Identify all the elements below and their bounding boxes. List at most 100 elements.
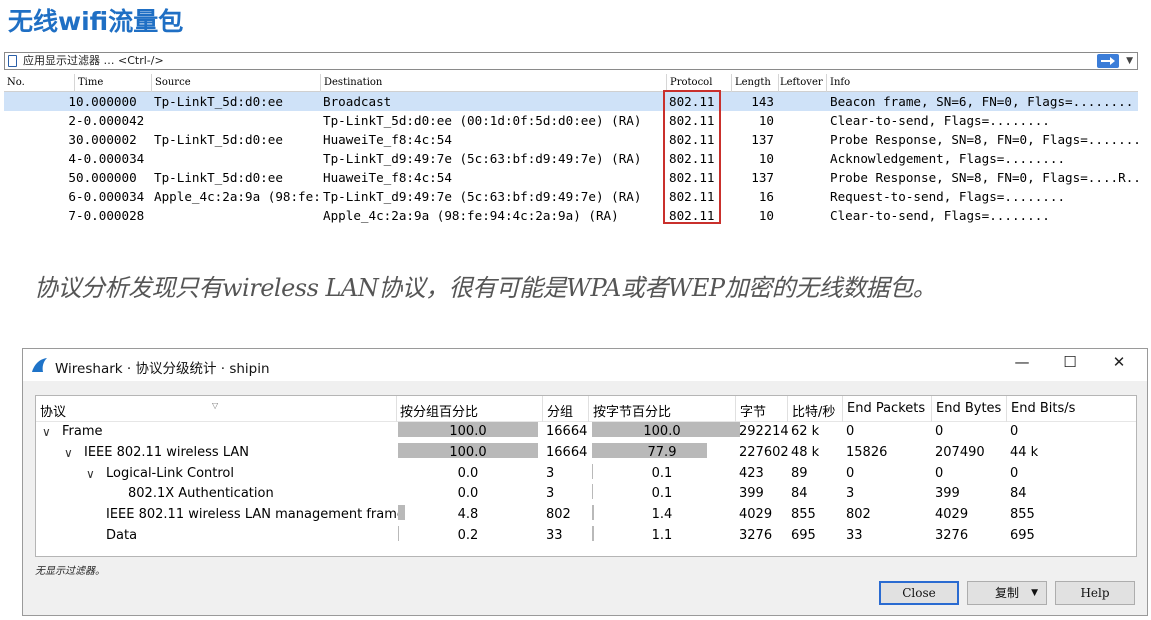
packet-row[interactable]: 7 -0.000028 Apple_4c:2a:9a (98:fe:94:4c:2a… (4, 206, 1138, 225)
bits-per-sec: 695 (791, 527, 816, 543)
col-destination[interactable]: Destination (324, 77, 382, 88)
chevron-down-icon[interactable]: ▼ (1031, 582, 1038, 604)
packet-time: 0.000002 (76, 132, 137, 147)
protocol-name: IEEE 802.11 wireless LAN (84, 444, 249, 460)
packet-percent: 100.0 (449, 424, 487, 439)
close-button[interactable]: Close (879, 581, 959, 605)
end-bytes: 207490 (935, 444, 985, 460)
packet-row[interactable]: 5 0.000000 Tp-LinkT_5d:d0:ee HuaweiTe_f8:4c… (4, 168, 1138, 187)
col-length[interactable]: Length (735, 77, 771, 88)
display-filter-input[interactable]: 应用显示过滤器 … <Ctrl-/> ▼ (4, 52, 1138, 70)
minimize-icon[interactable]: — (999, 353, 1045, 377)
byte-count: 227602 (739, 444, 789, 460)
apply-filter-button[interactable] (1097, 54, 1119, 68)
packet-count: 3 (546, 465, 555, 481)
analysis-note: 协议分析发现只有wireless LAN协议，很有可能是WPA或者WEP加密的无… (34, 274, 937, 302)
byte-percent: 1.4 (651, 507, 673, 523)
protocol-name: Frame (62, 424, 103, 439)
col-pct-bytes[interactable]: 按字节百分比 (593, 401, 671, 420)
packet-no: 2 (68, 113, 76, 128)
end-bits: 0 (1010, 465, 1019, 481)
col-end-packets[interactable]: End Packets (847, 401, 925, 416)
close-icon[interactable]: ✕ (1096, 353, 1142, 377)
expand-toggle-icon[interactable]: ∨ (64, 443, 73, 464)
col-bytes[interactable]: 字节 (740, 401, 766, 420)
packet-time: -0.000034 (76, 151, 145, 166)
tree-row[interactable]: Data 0.2 33 1.1 3276 695 33 3276 695 (36, 525, 1136, 547)
packet-percent: 4.8 (457, 507, 479, 523)
packet-percent: 100.0 (449, 444, 487, 460)
packet-row[interactable]: 4 -0.000034 Tp-LinkT_d9:49:7e (5c:63:bf:d9… (4, 149, 1138, 168)
tree-row[interactable]: ∨ Logical-Link Control 0.0 3 0.1 423 89 0 0 0 (36, 463, 1136, 485)
col-protocol[interactable]: Protocol (670, 77, 712, 88)
packet-count: 16664 (546, 444, 588, 460)
byte-count: 423 (739, 465, 764, 481)
end-bytes: 399 (935, 486, 960, 502)
col-time[interactable]: Time (78, 77, 103, 88)
tree-row[interactable]: ∨ IEEE 802.11 wireless LAN 100.0 16664 77.9 2… (36, 442, 1136, 464)
packet-destination: Tp-LinkT_d9:49:7e (5c:63:bf:d9:49:7e) (R… (323, 189, 642, 204)
copy-button[interactable]: 复制 ▼ (967, 581, 1047, 605)
col-no[interactable]: No. (7, 77, 25, 88)
byte-percent: 100.0 (643, 424, 681, 439)
chevron-down-icon[interactable]: ▼ (1126, 53, 1133, 69)
bookmark-icon[interactable] (8, 55, 17, 67)
packet-row[interactable]: 1 0.000000 Tp-LinkT_5d:d0:ee Broadcast 802.1… (4, 92, 1138, 111)
packet-destination: Tp-LinkT_d9:49:7e (5c:63:bf:d9:49:7e) (R… (323, 151, 642, 166)
packet-destination: Apple_4c:2a:9a (98:fe:94:4c:2a:9a) (RA) (323, 208, 619, 223)
packet-info: Request-to-send, Flags=........ (830, 189, 1066, 204)
byte-count: 3276 (739, 527, 773, 543)
tree-row[interactable]: ∨ Frame 100.0 16664 100.0 292214 62 k 0 0 0 (36, 422, 1136, 443)
packet-time: -0.000028 (76, 208, 145, 223)
packet-length: 16 (758, 189, 774, 204)
sort-caret-icon: ▽ (212, 401, 219, 410)
col-bits-per-sec[interactable]: 比特/秒 (792, 401, 835, 420)
byte-percent: 1.1 (651, 527, 673, 543)
col-packets[interactable]: 分组 (547, 401, 573, 420)
bits-per-sec: 89 (791, 465, 808, 481)
packet-row[interactable]: 6-0.000034 Apple_4c:2a:9a (98:fe:94:4c:2a… (4, 187, 1138, 206)
end-packets: 3 (846, 486, 855, 502)
filter-placeholder: 应用显示过滤器 … <Ctrl-/> (23, 54, 164, 67)
help-button[interactable]: Help (1055, 581, 1135, 605)
packet-time: 0.000000 (76, 94, 137, 109)
packet-list: No. Time Source Destination Protocol Len… (4, 74, 1138, 234)
end-packets: 0 (846, 465, 855, 481)
packet-length: 10 (758, 151, 774, 166)
tree-row[interactable]: IEEE 802.11 wireless LAN management fram… (36, 505, 1136, 526)
wireshark-fin-icon (32, 358, 47, 372)
end-bits: 0 (1010, 424, 1019, 439)
col-protocol[interactable]: 协议 (40, 401, 66, 420)
packet-info: Clear-to-send, Flags=........ (830, 113, 1050, 128)
expand-toggle-icon[interactable]: ∨ (42, 422, 51, 443)
packet-source: Apple_4c:2a:9a (98:fe:94:4c:2a:9a) (154, 189, 320, 204)
byte-percent: 77.9 (647, 444, 677, 460)
packet-info: Beacon frame, SN=6, FN=0, Flags=........ (830, 94, 1134, 109)
protocol-highlight-box (663, 90, 721, 224)
bits-per-sec: 855 (791, 507, 816, 523)
end-packets: 0 (846, 424, 855, 439)
packet-percent: 0.2 (457, 527, 479, 543)
packet-source: Tp-LinkT_5d:d0:ee (154, 94, 283, 109)
end-bits: 695 (1010, 527, 1035, 543)
end-bytes: 4029 (935, 507, 969, 523)
window-titlebar[interactable]: Wireshark · 协议分级统计 · shipin — ☐ ✕ (23, 349, 1147, 381)
tree-row[interactable]: 802.1X Authentication 0.0 3 0.1 399 84 3 399 84 (36, 484, 1136, 505)
col-info[interactable]: Info (830, 77, 850, 88)
col-end-bytes[interactable]: End Bytes (936, 401, 1001, 416)
packet-row[interactable]: 3 0.000002 Tp-LinkT_5d:d0:ee HuaweiTe_f8:4c… (4, 130, 1138, 149)
col-pct-packets[interactable]: 按分组百分比 (400, 401, 478, 420)
col-leftover[interactable]: Leftover (780, 77, 826, 88)
packet-count: 802 (546, 507, 571, 523)
status-text: 无显示过滤器。 (35, 566, 105, 577)
packet-row[interactable]: 2 -0.000042 Tp-LinkT_5d:d0:ee (00:1d:0f:5d… (4, 111, 1138, 130)
end-bytes: 0 (935, 465, 944, 481)
end-bytes: 0 (935, 424, 944, 439)
maximize-icon[interactable]: ☐ (1047, 353, 1093, 377)
expand-toggle-icon[interactable]: ∨ (86, 464, 95, 485)
byte-count: 399 (739, 486, 764, 502)
col-source[interactable]: Source (155, 77, 191, 88)
col-end-bits[interactable]: End Bits/s (1011, 401, 1075, 416)
protocol-name: Data (106, 527, 138, 543)
arrow-right-icon (1101, 57, 1115, 65)
